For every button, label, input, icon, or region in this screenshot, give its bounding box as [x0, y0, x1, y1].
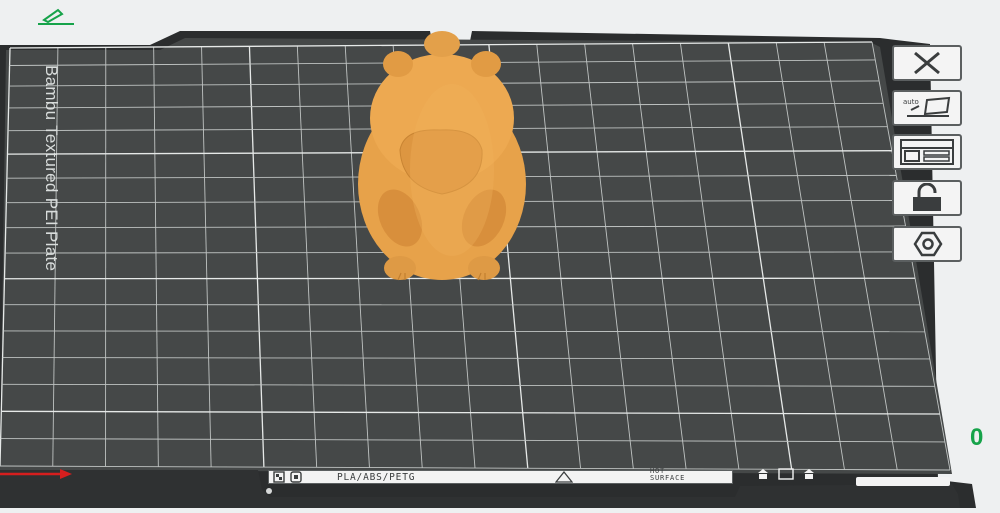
lock-icon: [907, 183, 947, 213]
right-indicator: 0: [970, 424, 983, 452]
surface-label: SURFACE: [650, 475, 685, 482]
settings-button[interactable]: [892, 226, 962, 262]
warning-icon: [555, 471, 573, 483]
plate-tab: [856, 477, 950, 486]
pencil-icon[interactable]: [36, 8, 76, 28]
material-label: PLA/ABS/PETG: [337, 472, 415, 483]
close-button[interactable]: [892, 45, 962, 81]
close-icon: [907, 50, 947, 76]
auto-label: auto: [903, 98, 919, 106]
layout-icon: [897, 137, 957, 167]
layout-button[interactable]: [892, 134, 962, 170]
auto-arrange-button[interactable]: auto: [892, 90, 962, 126]
plate-corner-hole: [266, 488, 272, 494]
auto-arrange-icon: auto: [897, 94, 957, 122]
lock-button[interactable]: [892, 180, 962, 216]
plate-name-label: Bambu Textured PEI Plate: [41, 65, 61, 255]
3d-viewport[interactable]: Bambu Textured PEI Plate PLA/ABS/PETG HO…: [0, 0, 1000, 508]
plate-marks-icon: [757, 468, 817, 480]
build-plate-canvas[interactable]: [0, 0, 1000, 508]
plate-symbol-icon: [273, 471, 309, 483]
settings-icon: [902, 229, 952, 259]
hot-surface-warning: HOT SURFACE: [650, 468, 685, 482]
